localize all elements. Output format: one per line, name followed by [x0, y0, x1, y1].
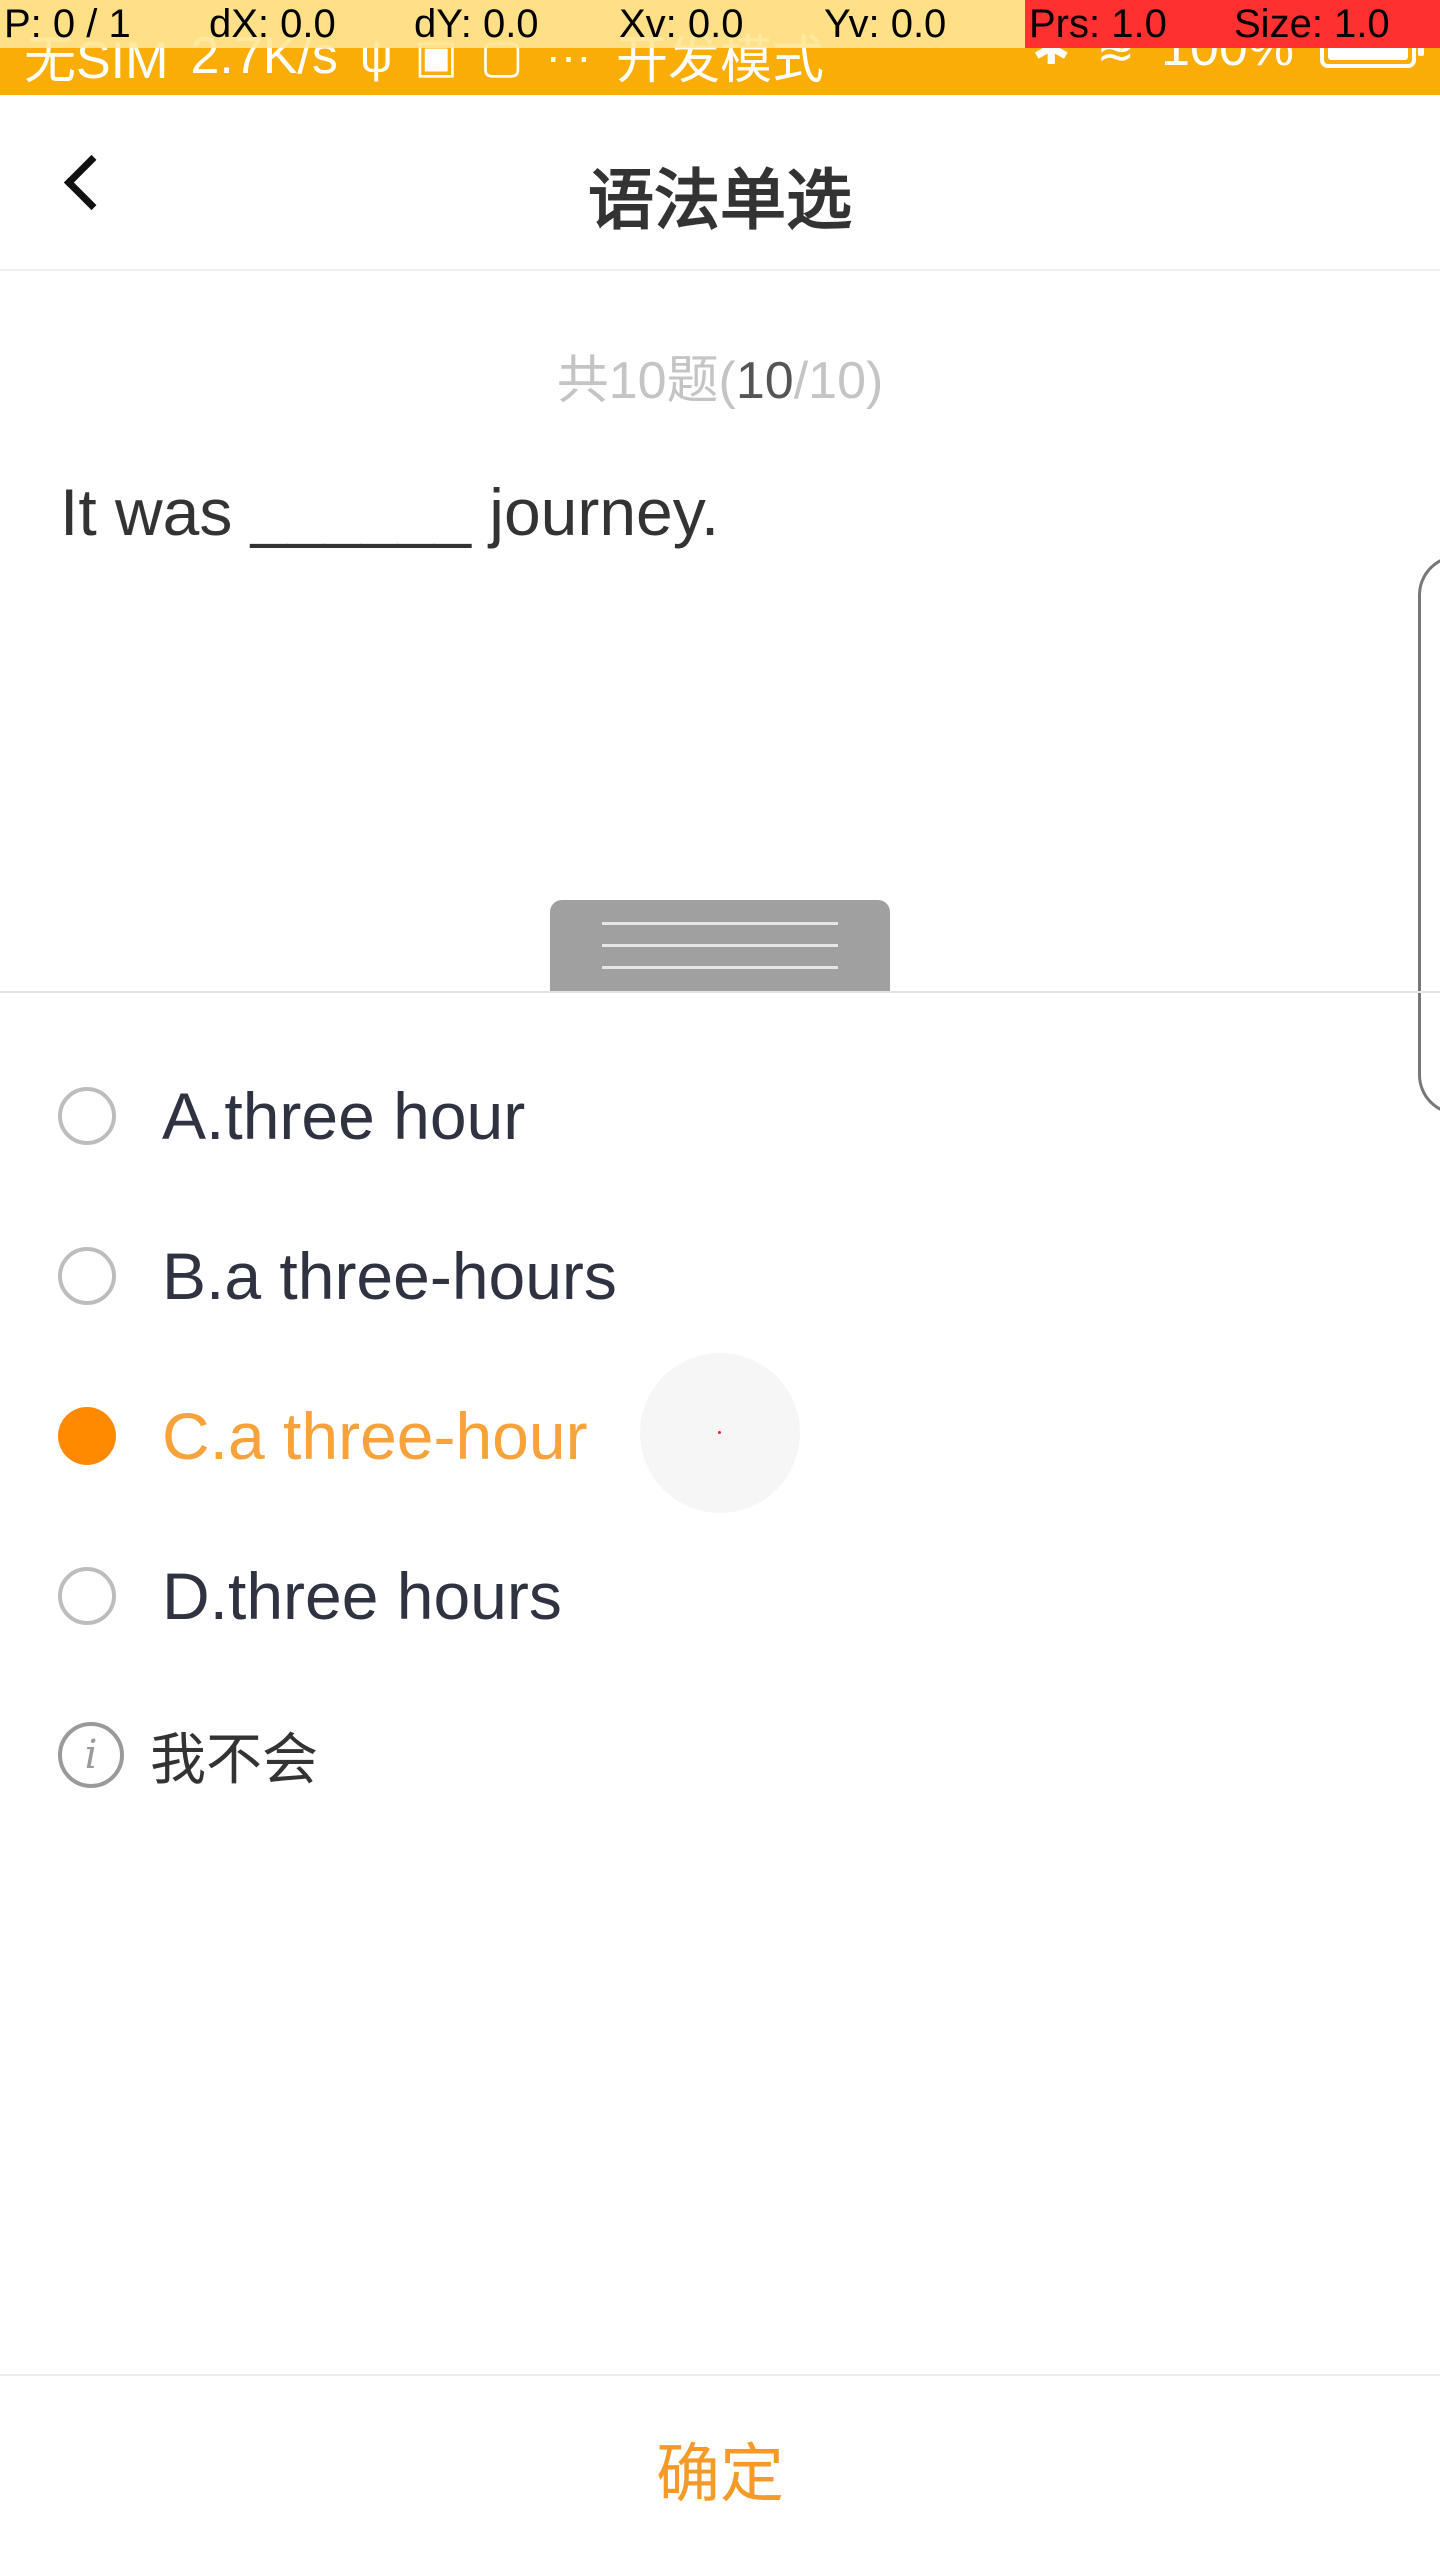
debug-size: Size: 1.0: [1230, 0, 1440, 48]
radio-checked-icon[interactable]: [58, 1407, 116, 1465]
app-header: 语法单选: [0, 95, 1440, 271]
screen: 无SIM 2.7K/s ψ ▣ ▢ ··· 开发模式 ✱ ≋ 100% P: 0…: [0, 0, 1440, 2560]
debug-yv: Yv: 0.0: [820, 0, 1025, 48]
option-b[interactable]: B.a three-hours: [58, 1226, 617, 1326]
dont-know-label: 我不会: [150, 1727, 318, 1791]
drag-handle-line: [602, 966, 838, 969]
counter-suffix: /10): [793, 352, 884, 410]
touch-ripple: [640, 1353, 800, 1513]
side-drawer-edge[interactable]: [1418, 555, 1440, 1115]
option-c[interactable]: C.a three-hour: [58, 1386, 588, 1486]
option-d[interactable]: D.three hours: [58, 1546, 562, 1646]
question-text: It was ______ journey.: [60, 475, 720, 549]
radio-unchecked-icon[interactable]: [58, 1567, 116, 1625]
counter-prefix: 共10题(: [556, 352, 736, 410]
debug-dx: dX: 0.0: [205, 0, 410, 48]
radio-unchecked-icon[interactable]: [58, 1247, 116, 1305]
pointer-debug-overlay: P: 0 / 1 dX: 0.0 dY: 0.0 Xv: 0.0 Yv: 0.0…: [0, 0, 1440, 48]
bottom-bar: 确定: [0, 2374, 1440, 2560]
option-label: A.three hour: [162, 1079, 526, 1153]
option-label: D.three hours: [162, 1559, 562, 1633]
dont-know-button[interactable]: i 我不会: [58, 1715, 318, 1795]
option-label: C.a three-hour: [162, 1399, 588, 1473]
section-divider: [0, 991, 1440, 993]
drag-handle[interactable]: [550, 900, 890, 992]
question-counter: 共10题(10/10): [0, 338, 1440, 413]
page-title: 语法单选: [588, 163, 852, 237]
info-icon: i: [58, 1722, 124, 1788]
debug-pointer: P: 0 / 1: [0, 0, 205, 48]
drag-handle-line: [602, 944, 838, 947]
debug-pressure: Prs: 1.0: [1025, 0, 1230, 48]
counter-current: 10: [735, 352, 794, 410]
drag-handle-line: [602, 922, 838, 925]
touch-point: [718, 1431, 721, 1434]
option-a[interactable]: A.three hour: [58, 1066, 525, 1166]
debug-xv: Xv: 0.0: [615, 0, 820, 48]
radio-unchecked-icon[interactable]: [58, 1087, 116, 1145]
option-label: B.a three-hours: [162, 1239, 617, 1313]
debug-dy: dY: 0.0: [410, 0, 615, 48]
confirm-button[interactable]: 确定: [0, 2376, 1440, 2560]
